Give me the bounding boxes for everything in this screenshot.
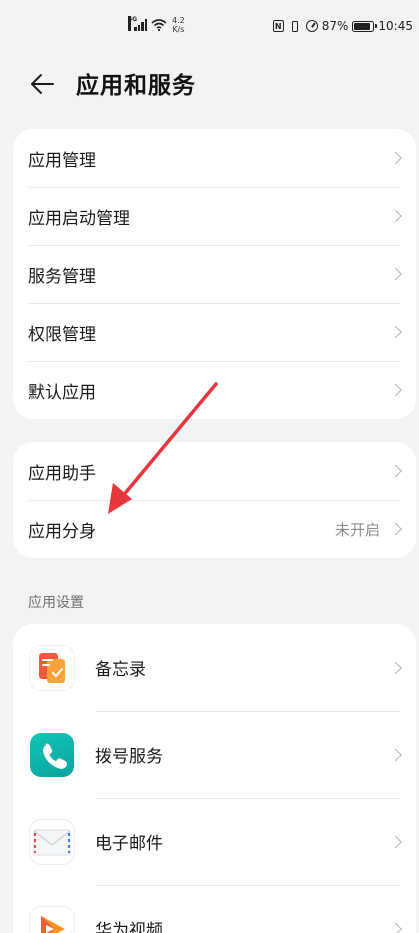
page-header: 应用和服务 (0, 64, 419, 104)
chevron-right-icon (389, 464, 402, 478)
arrow-left-icon[interactable] (28, 70, 56, 98)
wifi-icon (151, 19, 167, 31)
network-speed: 4.2 K/s (172, 16, 185, 34)
chevron-right-icon (389, 209, 402, 223)
app-label: 电子邮件 (95, 834, 163, 854)
mail-icon (30, 819, 74, 864)
settings-group-assistant: 应用助手 应用分身 未开启 (13, 442, 416, 558)
row-app-management[interactable]: 应用管理 (13, 129, 416, 187)
app-row-email[interactable]: 电子邮件 (13, 798, 416, 885)
chevron-right-icon (389, 383, 402, 397)
row-permission-management[interactable]: 权限管理 (13, 303, 416, 361)
memo-icon (30, 645, 74, 690)
app-label: 华为视频 (95, 921, 163, 933)
cellular-signal-icon: 4G (128, 16, 147, 31)
chevron-right-icon (389, 748, 402, 761)
chevron-right-icon (389, 267, 402, 281)
battery-percent: 87% (321, 19, 349, 33)
row-label: 应用管理 (28, 150, 96, 171)
chevron-right-icon (389, 661, 402, 674)
chevron-right-icon (389, 922, 402, 933)
row-service-management[interactable]: 服务管理 (13, 245, 416, 303)
row-label: 应用分身 (28, 521, 96, 542)
nfc-icon: N (272, 20, 284, 32)
vibrate-icon (288, 20, 302, 32)
app-settings-list: 备忘录 拨号服务 电子邮件 华为视频 (13, 624, 416, 933)
settings-group-management: 应用管理 应用启动管理 服务管理 权限管理 默认应用 (13, 129, 416, 419)
page-title: 应用和服务 (76, 73, 196, 99)
chevron-right-icon (389, 325, 402, 339)
chevron-right-icon (389, 151, 402, 165)
app-row-dialer[interactable]: 拨号服务 (13, 711, 416, 798)
battery-icon (352, 20, 378, 32)
row-label: 默认应用 (28, 382, 96, 403)
clock: 10:45 (378, 19, 413, 33)
chevron-right-icon (389, 522, 402, 536)
status-center: 4G 4.2 K/s (128, 16, 185, 34)
nfc-letter: N (274, 21, 282, 31)
section-label-app-settings: 应用设置 (28, 595, 84, 611)
row-app-twin[interactable]: 应用分身 未开启 (13, 500, 416, 558)
app-twin-status: 未开启 (334, 520, 380, 539)
battery-fill (354, 22, 371, 30)
network-type-label: 4G (128, 16, 137, 31)
network-speed-value: 4.2 (172, 16, 185, 25)
row-label: 权限管理 (28, 324, 96, 345)
app-label: 备忘录 (95, 660, 146, 680)
app-row-memo[interactable]: 备忘录 (13, 624, 416, 711)
status-right: N 87% 10:45 (272, 19, 413, 33)
video-icon (30, 906, 74, 933)
app-label: 拨号服务 (95, 747, 163, 767)
row-app-assistant[interactable]: 应用助手 (13, 442, 416, 500)
row-app-startup-management[interactable]: 应用启动管理 (13, 187, 416, 245)
row-label: 应用启动管理 (28, 208, 130, 229)
phone-icon (30, 732, 74, 777)
status-bar: 4G 4.2 K/s N 87% 10:45 (0, 0, 419, 56)
row-label: 应用助手 (28, 463, 96, 484)
app-row-huawei-video[interactable]: 华为视频 (13, 885, 416, 933)
chevron-right-icon (389, 835, 402, 848)
row-label: 服务管理 (28, 266, 96, 287)
row-default-apps[interactable]: 默认应用 (13, 361, 416, 419)
data-saver-icon (305, 20, 318, 32)
network-speed-unit: K/s (172, 25, 185, 34)
